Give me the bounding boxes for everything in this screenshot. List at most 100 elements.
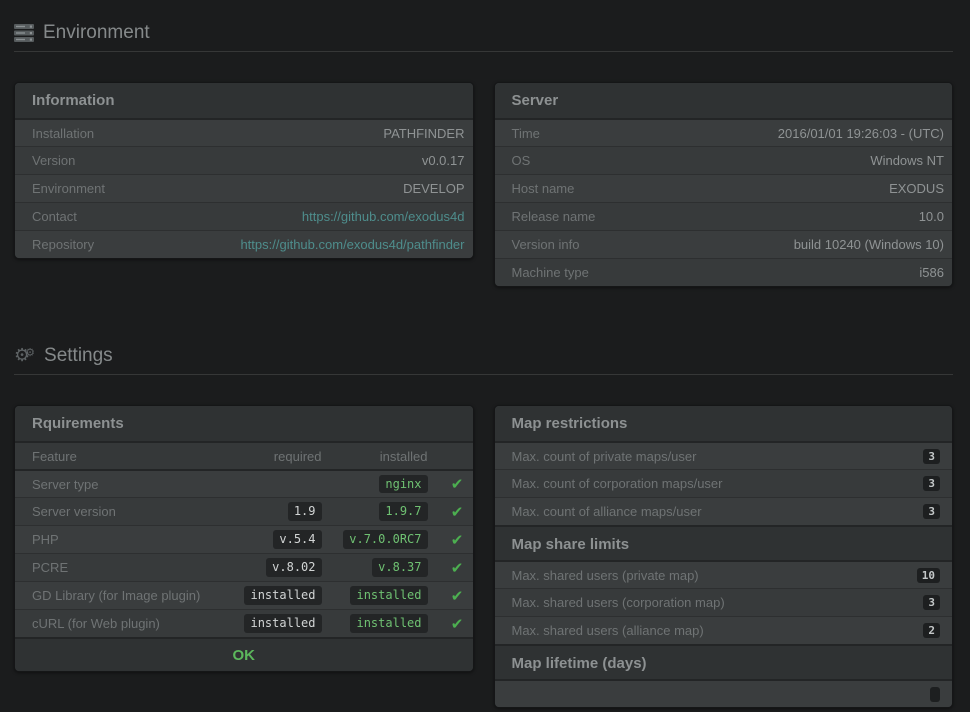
table-row: InstallationPATHFINDER — [15, 118, 473, 146]
required-cell: installed — [222, 586, 322, 604]
requirements-panel: Rquirements Feature required installed S… — [14, 405, 474, 672]
environment-section-header: Environment — [14, 0, 953, 44]
count-badge: 2 — [923, 623, 940, 638]
check-icon: ✔ — [451, 503, 464, 521]
row-label: OS — [512, 153, 531, 168]
environment-section-title: Environment — [43, 22, 150, 44]
row-value: 10.0 — [595, 209, 944, 224]
row-label: Repository — [32, 237, 94, 252]
row-label: Host name — [512, 181, 575, 196]
status-cell: ✔ — [442, 587, 473, 605]
row-value: Windows NT — [530, 153, 944, 168]
required-badge: installed — [244, 614, 321, 632]
environment-panels: Information InstallationPATHFINDERVersio… — [14, 82, 953, 287]
count-badge — [930, 687, 940, 702]
required-cell: 1.9 — [222, 502, 322, 520]
map-settings-rows: Max. count of private maps/user3Max. cou… — [495, 441, 953, 707]
row-label: Installation — [32, 126, 94, 141]
map-settings-panel: Map restrictions Max. count of private m… — [494, 405, 954, 708]
row-label: Environment — [32, 181, 105, 196]
check-icon: ✔ — [451, 475, 464, 493]
table-row: Repositoryhttps://github.com/exodus4d/pa… — [15, 230, 473, 258]
required-badge: v.8.02 — [266, 558, 321, 576]
external-link[interactable]: https://github.com/exodus4d/pathfinder — [94, 237, 464, 252]
status-cell: ✔ — [442, 503, 473, 521]
required-cell: installed — [222, 614, 322, 632]
gears-icon: ⚙ ⚙ — [14, 347, 35, 365]
count-badge: 10 — [917, 568, 940, 583]
table-row: Server version1.91.9.7 ✔ — [15, 497, 473, 525]
table-row: EnvironmentDEVELOP — [15, 174, 473, 202]
status-cell: ✔ — [442, 475, 473, 493]
section-divider — [14, 51, 953, 52]
installed-badge: nginx — [379, 475, 427, 493]
table-row: OSWindows NT — [495, 146, 953, 174]
row-label: Max. count of corporation maps/user — [512, 476, 723, 491]
check-icon: ✔ — [451, 531, 464, 549]
table-row: GD Library (for Image plugin)installedin… — [15, 581, 473, 609]
count-badge: 3 — [923, 476, 940, 491]
row-label: Max. shared users (private map) — [512, 568, 699, 583]
table-row: Host nameEXODUS — [495, 174, 953, 202]
required-cell: v.8.02 — [222, 558, 322, 576]
table-row: Version infobuild 10240 (Windows 10) — [495, 230, 953, 258]
status-cell: ✔ — [442, 615, 473, 633]
table-row: Max. count of private maps/user3 — [495, 441, 953, 469]
installed-cell: installed — [322, 586, 442, 604]
row-label: Release name — [512, 209, 596, 224]
table-row: Server type nginx ✔ — [15, 469, 473, 497]
installed-cell: installed — [322, 614, 442, 632]
installed-badge: installed — [350, 586, 427, 604]
information-panel: Information InstallationPATHFINDERVersio… — [14, 82, 474, 259]
row-value: 2016/01/01 19:26:03 - (UTC) — [540, 126, 944, 141]
row-label: Max. shared users (alliance map) — [512, 623, 704, 638]
settings-section-header: ⚙ ⚙ Settings — [14, 287, 953, 367]
installed-badge: installed — [350, 614, 427, 632]
information-panel-title: Information — [15, 83, 473, 118]
column-header-installed: installed — [322, 449, 442, 464]
row-label: Version — [32, 153, 75, 168]
section-divider — [14, 374, 953, 375]
installed-cell: v.8.37 — [322, 558, 442, 576]
table-row: Max. shared users (corporation map)3 — [495, 588, 953, 616]
row-label: Contact — [32, 209, 77, 224]
table-row: Versionv0.0.17 — [15, 146, 473, 174]
column-header-required: required — [222, 449, 322, 464]
map-subsection-title: Map share limits — [495, 525, 953, 560]
server-panel: Server Time2016/01/01 19:26:03 - (UTC) OS… — [494, 82, 954, 287]
feature-label: Server type — [32, 477, 222, 492]
requirements-rows: Server type nginx ✔ Server version1.91.9.7 ✔… — [15, 469, 473, 637]
required-badge: v.5.4 — [273, 530, 321, 548]
gear-small-glyph: ⚙ — [25, 347, 35, 358]
information-rows: InstallationPATHFINDERVersionv0.0.17Envi… — [15, 118, 473, 258]
map-restrictions-panel-title: Map restrictions — [495, 406, 953, 441]
row-label: Version info — [512, 237, 580, 252]
table-row: PCREv.8.02v.8.37✔ — [15, 553, 473, 581]
table-row — [495, 679, 953, 707]
table-row: Contacthttps://github.com/exodus4d — [15, 202, 473, 230]
count-badge: 3 — [923, 595, 940, 610]
server-panel-title: Server — [495, 83, 953, 118]
installed-cell: 1.9.7 — [322, 502, 442, 520]
status-cell: ✔ — [442, 531, 473, 549]
external-link[interactable]: https://github.com/exodus4d — [77, 209, 465, 224]
table-row: Max. shared users (alliance map) 2 — [495, 616, 953, 644]
requirements-ok-status: OK — [15, 637, 473, 671]
feature-label: cURL (for Web plugin) — [32, 616, 222, 631]
required-badge: installed — [244, 586, 321, 604]
table-row: Max. count of corporation maps/user 3 — [495, 469, 953, 497]
row-value: build 10240 (Windows 10) — [579, 237, 944, 252]
table-row: PHPv.5.4v.7.0.0RC7✔ — [15, 525, 473, 553]
table-row: Max. count of alliance maps/user 3 — [495, 497, 953, 525]
feature-label: Server version — [32, 504, 222, 519]
settings-section-title: Settings — [44, 345, 113, 367]
table-row: cURL (for Web plugin) installed installed ✔ — [15, 609, 473, 637]
installed-cell: nginx — [322, 475, 442, 493]
required-cell: v.5.4 — [222, 530, 322, 548]
count-badge: 3 — [923, 504, 940, 519]
server-rows: Time2016/01/01 19:26:03 - (UTC) OSWindows… — [495, 118, 953, 286]
table-row: Max. shared users (private map) 10 — [495, 560, 953, 588]
row-label: Time — [512, 126, 540, 141]
row-label: Max. count of alliance maps/user — [512, 504, 702, 519]
settings-panels: Rquirements Feature required installed S… — [14, 405, 953, 708]
